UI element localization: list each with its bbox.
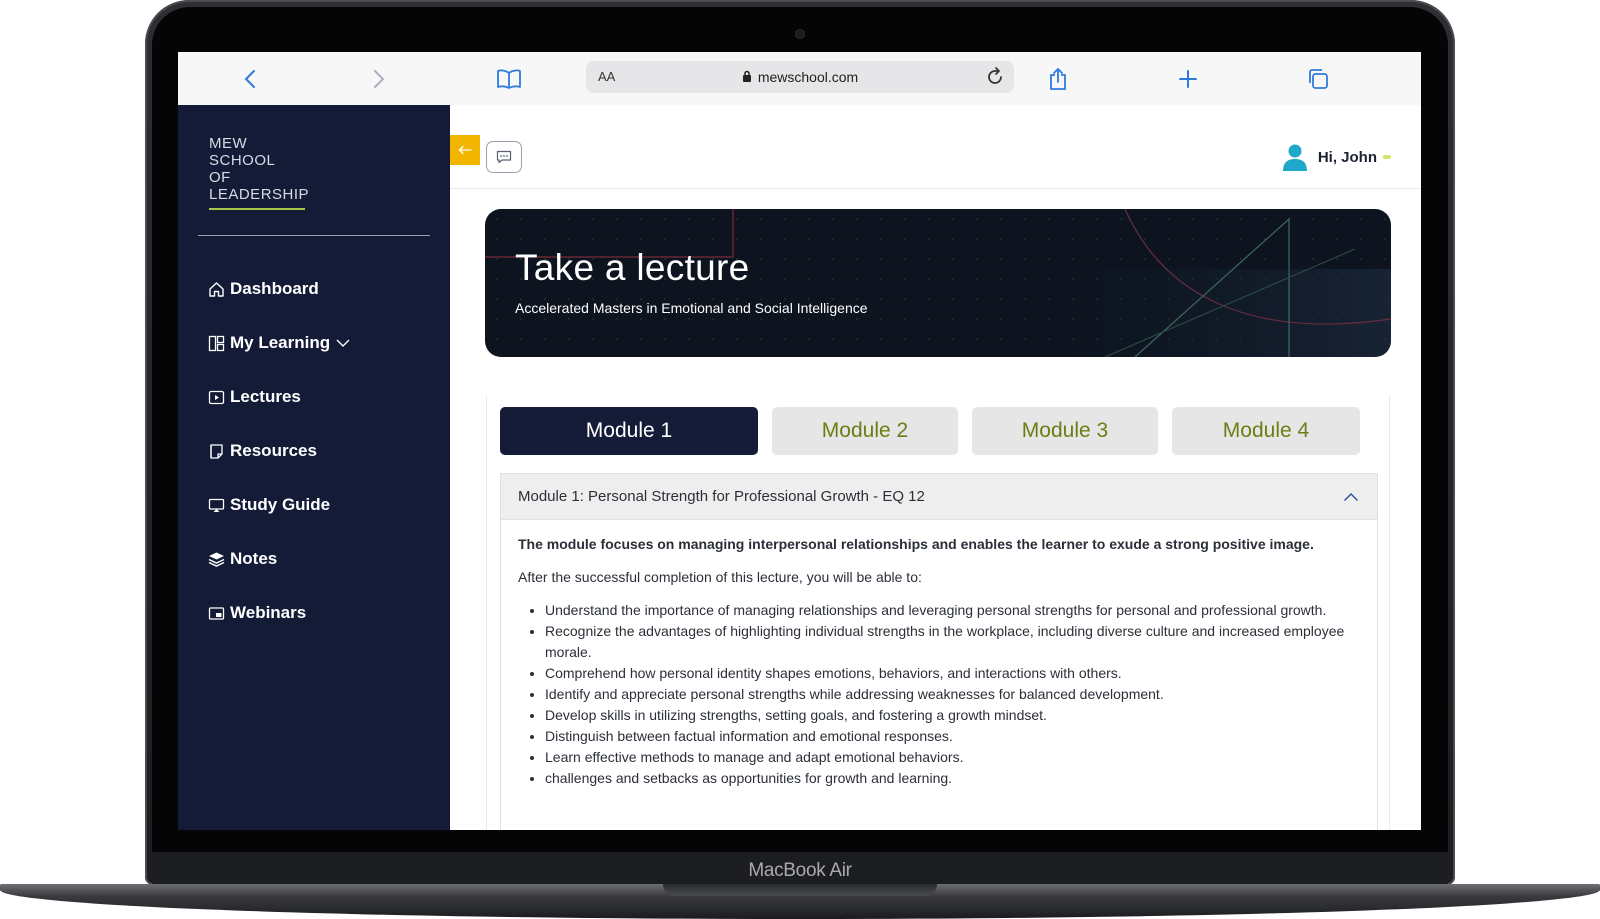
back-icon[interactable] xyxy=(235,64,265,94)
tab-module-2[interactable]: Module 2 xyxy=(772,407,958,455)
browser-toolbar: AA mewschool.com xyxy=(178,52,1421,106)
sidebar-item-label: Webinars xyxy=(230,603,307,622)
tab-module-1[interactable]: Module 1 xyxy=(500,407,758,455)
school-logo[interactable]: MEW SCHOOL OF LEADERSHIP xyxy=(209,135,309,203)
address-bar[interactable]: AA mewschool.com xyxy=(586,61,1014,93)
chevron-down-icon[interactable] xyxy=(336,338,350,348)
monitor-icon xyxy=(208,498,225,512)
layers-icon xyxy=(208,552,225,567)
module-tabs: Module 1 Module 2 Module 3 Module 4 xyxy=(500,407,1376,455)
sidebar: MEW SCHOOL OF LEADERSHIP Dashboard My Le… xyxy=(178,105,450,830)
arrow-left-icon xyxy=(458,145,472,155)
list-item: Comprehend how personal identity shapes … xyxy=(545,663,1360,684)
accordion-header[interactable]: Module 1: Personal Strength for Professi… xyxy=(501,474,1377,520)
list-item: Recognize the advantages of highlighting… xyxy=(545,621,1360,663)
sidebar-item-label: Resources xyxy=(230,441,317,460)
sidebar-item-study-guide[interactable]: Study Guide xyxy=(208,493,355,517)
layout-icon xyxy=(208,335,225,351)
new-tab-icon[interactable] xyxy=(1173,64,1203,94)
module-summary: The module focuses on managing interpers… xyxy=(518,536,1314,552)
user-greeting: Hi, John xyxy=(1317,148,1377,166)
list-item: Learn effective methods to manage and ad… xyxy=(545,747,1360,768)
page-subtitle: Accelerated Masters in Emotional and Soc… xyxy=(515,300,868,316)
reload-icon[interactable] xyxy=(984,66,1006,88)
document-icon xyxy=(210,443,223,459)
sidebar-item-label: Notes xyxy=(230,549,278,568)
sidebar-divider xyxy=(198,235,430,236)
objectives-list: Understand the importance of managing re… xyxy=(518,600,1360,789)
logo-underline xyxy=(209,208,305,210)
sidebar-item-dashboard[interactable]: Dashboard xyxy=(208,277,355,301)
top-bar: Hi, John xyxy=(450,105,1421,189)
play-icon xyxy=(208,390,225,404)
sidebar-item-my-learning[interactable]: My Learning xyxy=(208,331,355,355)
list-item: Identify and appreciate personal strengt… xyxy=(545,684,1360,705)
logo-line: OF xyxy=(209,169,231,186)
chat-button[interactable] xyxy=(486,141,522,173)
list-item: Develop skills in utilizing strengths, s… xyxy=(545,705,1360,726)
hero-banner: Take a lecture Accelerated Masters in Em… xyxy=(485,209,1391,357)
main-content: Hi, John Take a lecture Accelerated Mast… xyxy=(450,105,1421,830)
sidebar-item-lectures[interactable]: Lectures xyxy=(208,385,355,409)
objectives-intro: After the successful completion of this … xyxy=(518,569,922,585)
bookmarks-icon[interactable] xyxy=(494,64,524,94)
sidebar-item-notes[interactable]: Notes xyxy=(208,547,355,571)
sidebar-nav: Dashboard My Learning Lectures Resources… xyxy=(208,277,355,655)
url-text: mewschool.com xyxy=(757,69,859,85)
page-title: Take a lecture xyxy=(515,247,750,288)
user-menu[interactable]: Hi, John xyxy=(1282,143,1391,171)
list-item: challenges and setbacks as opportunities… xyxy=(545,768,1360,789)
user-avatar-icon xyxy=(1282,144,1307,171)
home-icon xyxy=(209,281,224,297)
accordion-body: The module focuses on managing interpers… xyxy=(501,520,1377,789)
screen: AA mewschool.com MEW SCHOOL OF LEADERSHI… xyxy=(178,52,1421,830)
share-icon[interactable] xyxy=(1043,64,1073,94)
camera xyxy=(796,30,804,38)
sidebar-item-label: Dashboard xyxy=(230,279,319,298)
list-item: Distinguish between factual information … xyxy=(545,726,1360,747)
module-accordion: Module 1: Personal Strength for Professi… xyxy=(500,473,1378,830)
accordion-title: Module 1: Personal Strength for Professi… xyxy=(518,488,925,505)
logo-line: MEW xyxy=(209,135,248,152)
webinar-icon xyxy=(208,606,225,620)
tab-module-4[interactable]: Module 4 xyxy=(1172,407,1360,455)
chat-icon xyxy=(496,150,512,164)
logo-line: SCHOOL xyxy=(209,152,276,169)
chevron-up-icon[interactable] xyxy=(1343,492,1359,502)
online-status-indicator xyxy=(1383,155,1391,159)
url-display[interactable]: mewschool.com xyxy=(586,69,1014,85)
sidebar-item-resources[interactable]: Resources xyxy=(208,439,355,463)
tabs-icon[interactable] xyxy=(1303,64,1333,94)
tab-module-3[interactable]: Module 3 xyxy=(972,407,1158,455)
list-item: Understand the importance of managing re… xyxy=(545,600,1360,621)
logo-line: LEADERSHIP xyxy=(209,186,310,203)
forward-icon[interactable] xyxy=(364,64,394,94)
sidebar-item-label: My Learning xyxy=(230,333,331,352)
collapse-sidebar-button[interactable] xyxy=(450,135,480,165)
lock-icon xyxy=(742,70,751,82)
laptop-hinge xyxy=(663,884,937,896)
device-label: MacBook Air xyxy=(748,860,852,881)
sidebar-item-label: Study Guide xyxy=(230,495,331,514)
sidebar-item-webinars[interactable]: Webinars xyxy=(208,601,355,625)
sidebar-item-label: Lectures xyxy=(230,387,301,406)
